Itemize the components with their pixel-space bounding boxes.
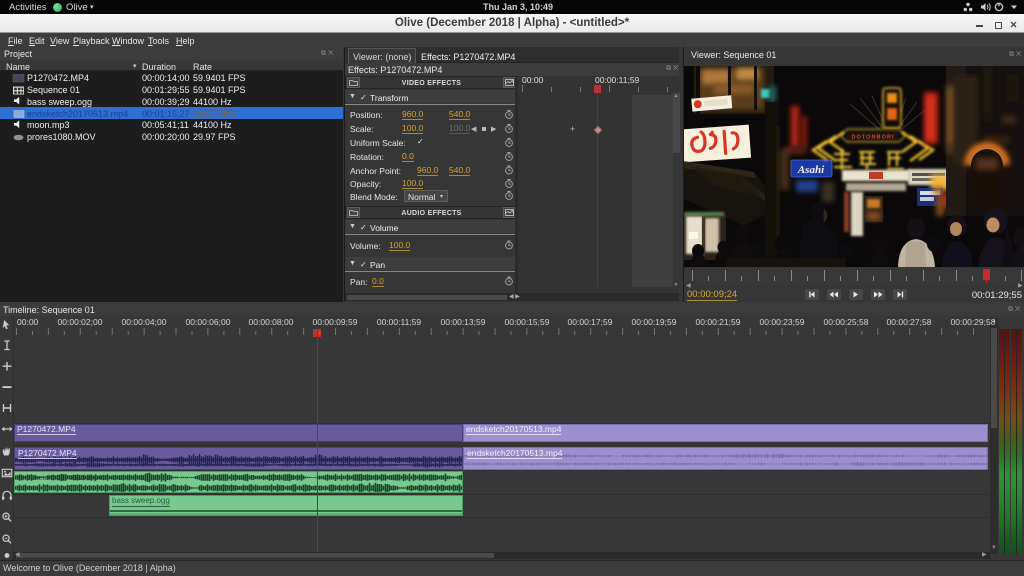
svg-text:DOTONBORI: DOTONBORI: [851, 135, 894, 141]
svg-text:Asahi: Asahi: [797, 164, 825, 176]
